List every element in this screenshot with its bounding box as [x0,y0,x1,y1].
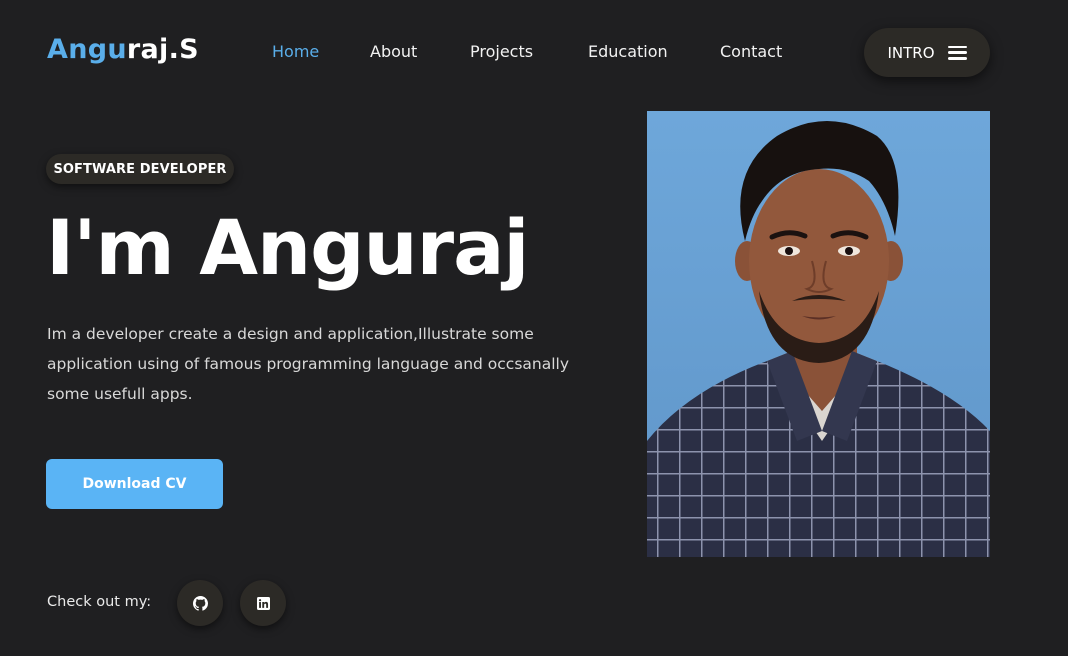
role-badge: SOFTWARE DEVELOPER [46,154,234,184]
social-label: Check out my: [47,594,152,610]
profile-photo [647,111,990,557]
logo-first-part: Angu [47,34,127,65]
nav-home-link[interactable]: Home [272,42,319,61]
intro-menu-button[interactable]: INTRO [864,28,990,77]
hero-title: I'm Anguraj [46,203,529,292]
github-icon [192,595,208,611]
download-cv-button[interactable]: Download CV [46,459,223,509]
nav-education-link[interactable]: Education [588,42,668,61]
nav-projects-link[interactable]: Projects [470,42,533,61]
navbar: Anguraj.S Home About Projects Education … [0,0,1068,104]
nav-contact-link[interactable]: Contact [720,42,782,61]
linkedin-button[interactable] [240,580,286,626]
linkedin-icon [256,596,270,610]
logo-second-part: raj.S [126,34,199,65]
nav-about-link[interactable]: About [370,42,417,61]
github-button[interactable] [177,580,223,626]
intro-button-label: INTRO [887,43,935,62]
menu-icon [947,45,967,60]
hero-description: Im a developer create a design and appli… [47,325,569,403]
site-logo[interactable]: Anguraj.S [47,34,199,65]
